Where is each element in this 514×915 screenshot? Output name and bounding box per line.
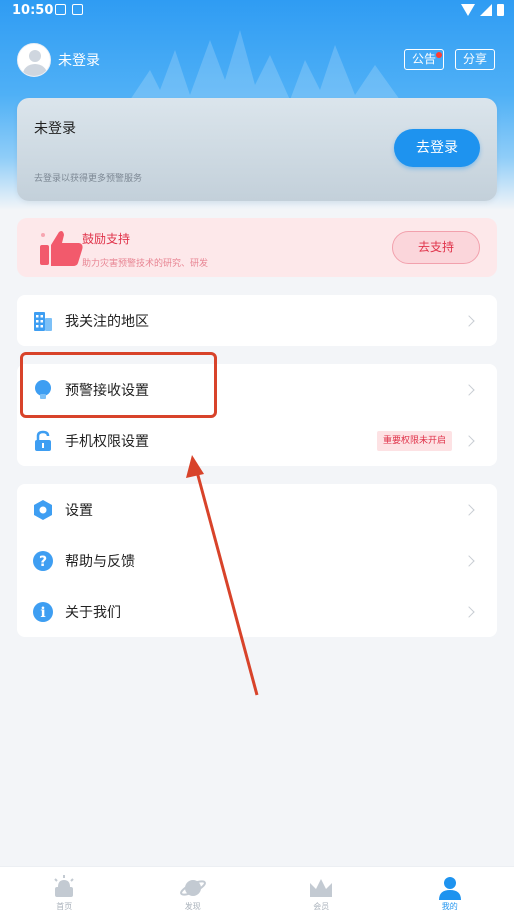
notice-label: 公告 bbox=[412, 52, 437, 66]
menu-item-settings[interactable]: 设置 bbox=[17, 484, 497, 535]
status-time: 10:50 bbox=[12, 3, 54, 18]
menu-item-phone-permissions[interactable]: 手机权限设置 重要权限未开启 bbox=[17, 415, 497, 466]
thumbs-up-icon bbox=[40, 231, 83, 266]
chevron-right-icon bbox=[463, 383, 475, 396]
menu-item-followed-regions[interactable]: 我关注的地区 bbox=[17, 295, 497, 346]
svg-text:?: ? bbox=[39, 554, 47, 570]
crown-icon bbox=[310, 879, 333, 897]
bottom-tab-bar: 首页 发现 会员 我的 bbox=[0, 866, 514, 915]
svg-text:i: i bbox=[40, 605, 45, 621]
person-icon bbox=[438, 877, 461, 900]
support-button[interactable]: 去支持 bbox=[392, 231, 480, 264]
signal-icon bbox=[480, 4, 492, 16]
permission-warning-badge: 重要权限未开启 bbox=[377, 431, 453, 451]
login-card-title: 未登录 bbox=[34, 121, 76, 137]
chevron-right-icon bbox=[463, 605, 475, 618]
menu-label: 设置 bbox=[65, 502, 93, 519]
tab-home[interactable]: 首页 bbox=[0, 867, 129, 915]
chevron-right-icon bbox=[463, 434, 475, 447]
login-card: 未登录 去登录以获得更多预警服务 去登录 bbox=[17, 98, 497, 201]
tab-label: 我的 bbox=[441, 902, 458, 911]
menu-label: 关于我们 bbox=[65, 604, 121, 621]
menu-label: 我关注的地区 bbox=[65, 313, 149, 330]
notice-dot-badge bbox=[436, 52, 443, 58]
profile-row[interactable]: 未登录 bbox=[17, 43, 100, 77]
lock-icon bbox=[35, 430, 51, 451]
support-card: 鼓励支持 助力灾害预警技术的研究、研发 去支持 bbox=[17, 218, 497, 277]
status-bar: 10:50 bbox=[0, 0, 514, 22]
chevron-right-icon bbox=[463, 503, 475, 516]
notice-button[interactable]: 公告 bbox=[404, 49, 445, 70]
annotation-highlight-box bbox=[20, 352, 217, 418]
notification-icons bbox=[55, 4, 83, 15]
chevron-right-icon bbox=[463, 314, 475, 327]
share-button[interactable]: 分享 bbox=[455, 49, 496, 70]
alarm-icon bbox=[54, 875, 74, 897]
support-title: 鼓励支持 bbox=[82, 232, 131, 246]
menu-item-about-us[interactable]: i 关于我们 bbox=[17, 586, 497, 637]
battery-icon bbox=[497, 4, 504, 16]
avatar[interactable] bbox=[17, 43, 51, 77]
info-icon: i bbox=[33, 601, 53, 622]
chevron-right-icon bbox=[463, 554, 475, 567]
tab-discover[interactable]: 发现 bbox=[129, 867, 258, 915]
question-icon: ? bbox=[33, 550, 53, 571]
menu-item-help-feedback[interactable]: ? 帮助与反馈 bbox=[17, 535, 497, 586]
login-card-subtitle: 去登录以获得更多预警服务 bbox=[34, 174, 143, 184]
support-subtitle: 助力灾害预警技术的研究、研发 bbox=[82, 259, 209, 269]
menu-label: 手机权限设置 bbox=[65, 433, 149, 450]
tab-label: 会员 bbox=[313, 902, 330, 911]
building-icon bbox=[34, 311, 52, 331]
hexagon-gear-icon bbox=[34, 499, 52, 520]
tab-mine[interactable]: 我的 bbox=[386, 867, 514, 915]
planet-icon bbox=[179, 880, 206, 896]
login-button[interactable]: 去登录 bbox=[394, 129, 480, 167]
menu-group-general: 设置 ? 帮助与反馈 i 关于我们 bbox=[17, 484, 497, 637]
tab-member[interactable]: 会员 bbox=[257, 867, 386, 915]
menu-label: 帮助与反馈 bbox=[65, 553, 135, 570]
menu-group-regions: 我关注的地区 bbox=[17, 295, 497, 346]
profile-name[interactable]: 未登录 bbox=[58, 50, 100, 70]
wifi-icon bbox=[461, 4, 475, 16]
tab-label: 发现 bbox=[184, 902, 201, 911]
tab-label: 首页 bbox=[56, 902, 73, 911]
